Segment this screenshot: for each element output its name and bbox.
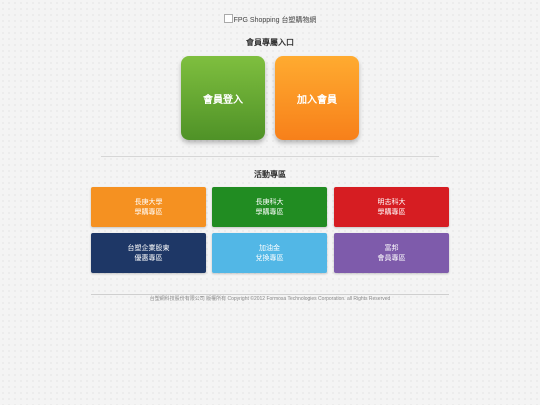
tile-fuel-points-line2: 兌換專區	[255, 254, 284, 262]
site-logo[interactable]: FPG Shopping 台塑購物網	[0, 14, 540, 25]
footer-copyright: 台塑網科技股份有限公司 版權所有 Copyright ©2012 Formosa…	[149, 296, 391, 302]
tile-mcut[interactable]: 明志科大 學購專區	[334, 187, 449, 227]
tile-cgu-line1: 長庚大學	[134, 198, 163, 206]
tile-shareholder[interactable]: 台塑企業股東 優惠專區	[91, 233, 206, 273]
tile-shareholder-line1: 台塑企業股東	[127, 244, 170, 252]
tile-cgu-line2: 學購專區	[134, 208, 163, 216]
tile-cgust-line2: 學購專區	[255, 208, 284, 216]
tile-shareholder-line2: 優惠專區	[134, 254, 163, 262]
join-member-button[interactable]: 加入會員	[275, 56, 359, 140]
tile-cgu[interactable]: 長庚大學 學購專區	[91, 187, 206, 227]
logo-alt-text: FPG Shopping	[233, 17, 280, 24]
member-section-title: 會員專屬入口	[246, 38, 294, 47]
events-section-title: 活動專區	[254, 170, 286, 179]
tile-cgust[interactable]: 長庚科大 學購專區	[212, 187, 327, 227]
tile-fuel-points[interactable]: 加油金 兌換專區	[212, 233, 327, 273]
broken-image-icon	[223, 14, 233, 23]
tile-fubon-line2: 會員專區	[377, 254, 406, 262]
tile-fuel-points-line1: 加油金	[259, 244, 280, 252]
tile-fubon-line1: 富邦	[384, 244, 399, 252]
tile-cgust-line1: 長庚科大	[255, 198, 284, 206]
tile-mcut-line2: 學購專區	[377, 208, 406, 216]
logo-site-name: 台塑購物網	[281, 17, 317, 24]
tile-mcut-line1: 明志科大	[377, 198, 406, 206]
section-divider	[101, 156, 439, 157]
tile-fubon[interactable]: 富邦 會員專區	[334, 233, 449, 273]
member-login-button[interactable]: 會員登入	[181, 56, 265, 140]
